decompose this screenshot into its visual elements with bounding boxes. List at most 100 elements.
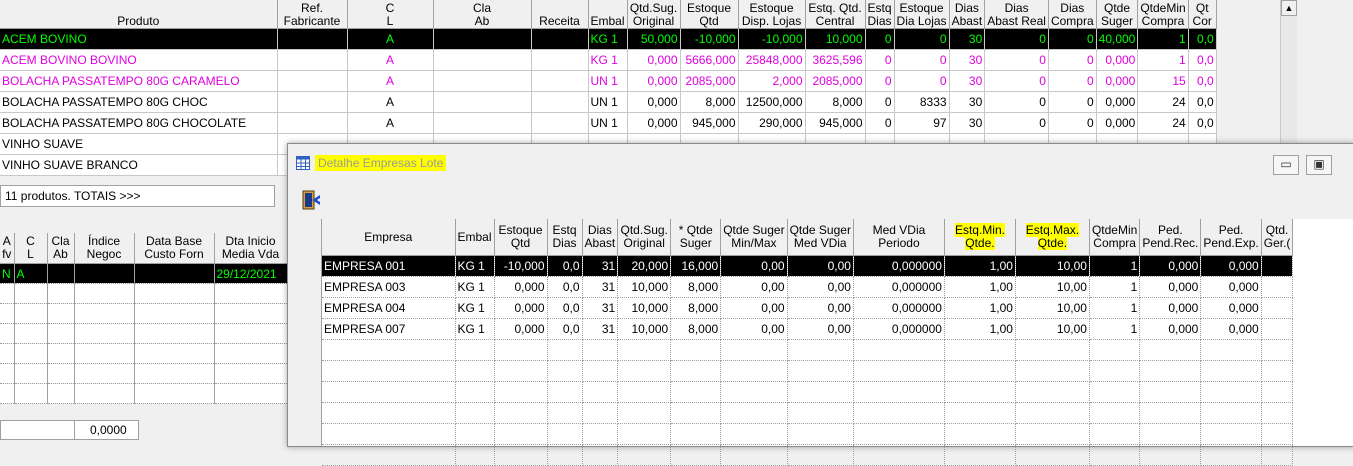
- product-row[interactable]: ACEM BOVINO BOVINO A KG 1 0,000 5666,000 2584…: [0, 49, 1217, 71]
- dialog-titlebar[interactable]: Detalhe Empresas Lote ▭ ▣: [288, 144, 1353, 186]
- maximize-icon[interactable]: ▣: [1306, 155, 1332, 175]
- empresa-cell[interactable]: 10,00: [1015, 255, 1090, 277]
- empresa-cell[interactable]: 0,0: [547, 318, 583, 340]
- empresas-header-embal[interactable]: Embal: [455, 219, 495, 256]
- empresa-cell[interactable]: [1261, 255, 1294, 277]
- products-header-estoque-dia-lojas[interactable]: Estoque Dia Lojas: [894, 0, 950, 29]
- product-cell[interactable]: [277, 112, 348, 134]
- product-cell[interactable]: 24: [1137, 112, 1189, 134]
- empresas-header-qtde-suger-min-max[interactable]: Qtde Suger Min/Max: [720, 219, 788, 256]
- product-cell[interactable]: [277, 28, 348, 50]
- details-cell[interactable]: [74, 343, 135, 364]
- empresa-cell[interactable]: 0,000: [1200, 276, 1262, 298]
- empresas-header-qtd-ger[interactable]: Qtd. Ger.(: [1261, 219, 1294, 256]
- product-cell[interactable]: 945,000: [805, 112, 866, 134]
- empresas-header-ped-pend-exp[interactable]: Ped. Pend.Exp.: [1200, 219, 1262, 256]
- empresa-row[interactable]: EMPRESA 003 KG 1 0,000 0,0 31 10,000 8,000 0,00…: [322, 276, 1294, 298]
- empresa-cell[interactable]: 1: [1089, 318, 1141, 340]
- product-cell[interactable]: 0,0: [1188, 91, 1217, 113]
- empresas-grid-area[interactable]: Empresa Embal Estoque Qtd Estq Dias Dias Aba…: [321, 219, 1353, 466]
- product-cell[interactable]: [531, 91, 589, 113]
- products-header-qtde-suger[interactable]: Qtde Suger: [1096, 0, 1139, 29]
- empresa-cell[interactable]: 20,000: [617, 255, 672, 277]
- product-cell[interactable]: VINHO SUAVE: [0, 133, 278, 155]
- empresa-cell[interactable]: 0,000000: [853, 255, 945, 277]
- details-cell[interactable]: [47, 343, 75, 364]
- details-cell[interactable]: [134, 283, 215, 304]
- empresa-cell[interactable]: 0,000: [494, 297, 548, 319]
- product-cell[interactable]: 0: [865, 70, 895, 92]
- details-cell[interactable]: [214, 343, 288, 364]
- product-cell[interactable]: 0,000: [1096, 91, 1139, 113]
- details-cell[interactable]: [134, 383, 215, 404]
- product-cell[interactable]: KG 1: [588, 49, 628, 71]
- product-cell[interactable]: 0: [1048, 28, 1097, 50]
- product-cell[interactable]: 8,000: [805, 91, 866, 113]
- empresas-grid[interactable]: Empresa Embal Estoque Qtd Estq Dias Dias Aba…: [322, 219, 1294, 466]
- scroll-up-arrow-icon[interactable]: ▲: [1281, 0, 1297, 16]
- product-cell[interactable]: 0: [865, 28, 895, 50]
- product-details-grid[interactable]: A fv C L Cla Ab Índice Negoc Data Base Custo…: [0, 233, 288, 404]
- products-header-produto[interactable]: Produto: [0, 0, 278, 29]
- details-row[interactable]: [0, 343, 288, 364]
- details-cell[interactable]: [47, 263, 75, 284]
- empresa-cell[interactable]: 31: [582, 276, 619, 298]
- empresa-cell[interactable]: -10,000: [494, 255, 548, 277]
- empresa-cell[interactable]: 8,000: [670, 276, 722, 298]
- products-header-estoque-qtd[interactable]: Estoque Qtd: [680, 0, 739, 29]
- empresas-header-empresa[interactable]: Empresa: [322, 219, 456, 256]
- empresas-header-med-vdia-periodo[interactable]: Med VDia Periodo: [853, 219, 945, 256]
- product-cell[interactable]: [531, 112, 589, 134]
- empresa-cell[interactable]: 0,000: [1139, 255, 1202, 277]
- product-cell[interactable]: UN 1: [588, 91, 628, 113]
- product-cell[interactable]: 0,000: [1096, 112, 1139, 134]
- details-cell[interactable]: [214, 303, 288, 324]
- product-cell[interactable]: 15: [1137, 70, 1189, 92]
- product-row[interactable]: BOLACHA PASSATEMPO 80G CHOCOLATE A UN 1 0,0…: [0, 112, 1217, 134]
- product-cell[interactable]: [531, 70, 589, 92]
- details-cell[interactable]: [74, 323, 135, 344]
- products-header-qtd-sug-original[interactable]: Qtd.Sug. Original: [627, 0, 681, 29]
- empresa-cell[interactable]: KG 1: [455, 255, 495, 277]
- product-cell[interactable]: 0,000: [1096, 49, 1139, 71]
- empresa-row[interactable]: EMPRESA 004 KG 1 0,000 0,0 31 10,000 8,000 0,00…: [322, 297, 1294, 319]
- products-header-qt-cor[interactable]: Qt Cor: [1188, 0, 1217, 29]
- details-row[interactable]: [0, 383, 288, 404]
- product-cell[interactable]: 3625,596: [805, 49, 866, 71]
- empresa-cell[interactable]: [1261, 276, 1294, 298]
- product-row[interactable]: ACEM BOVINO A KG 1 50,000 -10,000 -10,000 10,0…: [0, 28, 1217, 50]
- details-row[interactable]: [0, 323, 288, 344]
- empresa-cell[interactable]: 0,00: [787, 318, 854, 340]
- product-row[interactable]: BOLACHA PASSATEMPO 80G CHOC A UN 1 0,000 8,0…: [0, 91, 1217, 113]
- product-cell[interactable]: [277, 91, 348, 113]
- details-cell[interactable]: [74, 283, 135, 304]
- product-cell[interactable]: [277, 49, 348, 71]
- product-cell[interactable]: 1: [1137, 28, 1189, 50]
- empresa-cell[interactable]: KG 1: [455, 297, 495, 319]
- details-cell[interactable]: [74, 263, 135, 284]
- product-cell[interactable]: VINHO SUAVE BRANCO: [0, 154, 278, 176]
- products-header-cla-ab[interactable]: Cla Ab: [433, 0, 532, 29]
- details-row[interactable]: [0, 283, 288, 304]
- product-cell[interactable]: 0,0: [1188, 49, 1217, 71]
- details-header-dta-inicio-media-vda[interactable]: Dta Inicio Media Vda: [214, 233, 288, 264]
- empresa-cell[interactable]: 0,000000: [853, 318, 945, 340]
- empresa-cell[interactable]: 8,000: [670, 297, 722, 319]
- product-cell[interactable]: 0,0: [1188, 112, 1217, 134]
- empresa-cell[interactable]: 10,00: [1015, 318, 1090, 340]
- products-header-receita[interactable]: Receita: [531, 0, 589, 29]
- product-cell[interactable]: 0,000: [627, 112, 681, 134]
- empresa-cell[interactable]: 31: [582, 318, 619, 340]
- product-cell[interactable]: 8333: [894, 91, 950, 113]
- empresa-cell[interactable]: [1261, 297, 1294, 319]
- empresa-cell[interactable]: 0,00: [720, 255, 788, 277]
- product-cell[interactable]: 8,000: [680, 91, 739, 113]
- details-cell[interactable]: N: [0, 263, 15, 284]
- empresa-cell[interactable]: 0,000: [1139, 297, 1202, 319]
- empresa-cell[interactable]: 0,000: [494, 276, 548, 298]
- empresa-cell[interactable]: 10,00: [1015, 276, 1090, 298]
- products-header-estoque-disp-lojas[interactable]: Estoque Disp. Lojas: [738, 0, 806, 29]
- empresa-cell[interactable]: 0,00: [720, 276, 788, 298]
- product-cell[interactable]: [531, 49, 589, 71]
- details-cell[interactable]: [134, 323, 215, 344]
